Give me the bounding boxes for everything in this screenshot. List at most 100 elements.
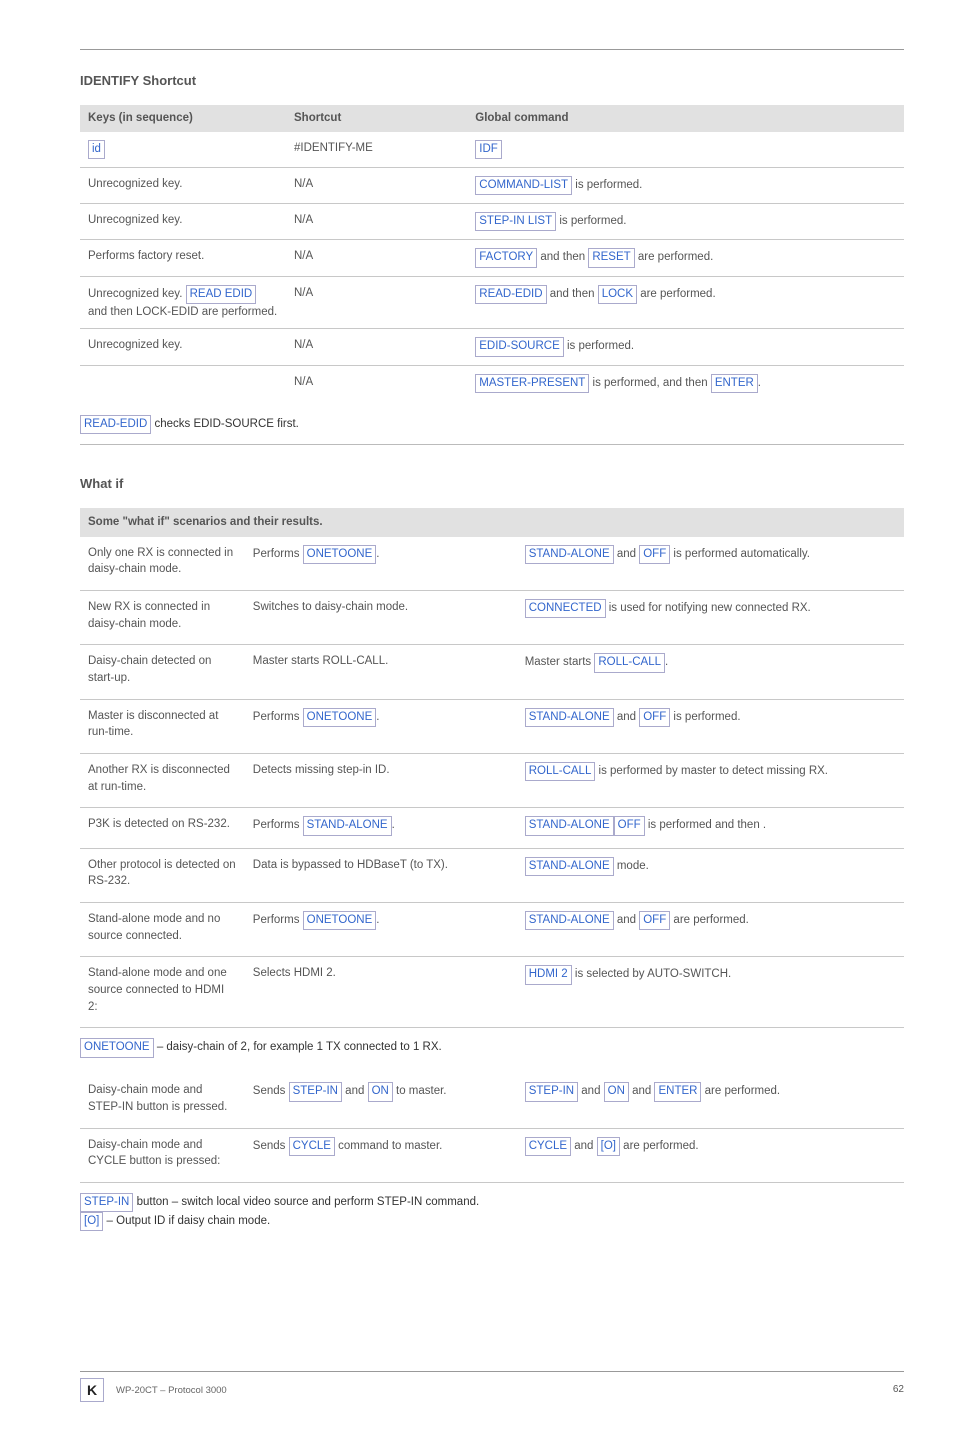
table-row: Daisy-chain mode and CYCLE button is pre…	[80, 1128, 904, 1182]
result-link[interactable]: STAND-ALONE	[525, 708, 614, 727]
cell-result: STAND-ALONEOFF is performed and then .	[517, 808, 904, 848]
text: command to master.	[335, 1140, 442, 1152]
read-edid-link[interactable]: READ-EDID	[80, 415, 151, 434]
global-link[interactable]: MASTER-PRESENT	[475, 374, 589, 393]
result-link[interactable]: STEP-IN	[525, 1082, 578, 1101]
keys-link[interactable]: id	[88, 140, 105, 159]
result-link[interactable]: STAND-ALONE	[525, 545, 614, 564]
global-link[interactable]: COMMAND-LIST	[475, 176, 572, 195]
text: .	[376, 548, 379, 560]
action-link[interactable]: ONETOONE	[303, 708, 377, 727]
keys-link[interactable]: READ EDID	[186, 285, 257, 304]
text: .	[392, 819, 395, 831]
top-divider	[80, 40, 904, 50]
cell-shortcut: #IDENTIFY-ME	[286, 132, 467, 168]
cell-global: COMMAND-LIST is performed.	[467, 167, 904, 203]
table-row: Stand-alone mode and no source connected…	[80, 903, 904, 957]
o-link[interactable]: [O]	[80, 1212, 103, 1231]
whatif-b-foot2: – Output ID if daisy chain mode.	[107, 1215, 271, 1227]
stepin-link[interactable]: STEP-IN	[80, 1193, 133, 1212]
text: mode.	[614, 860, 649, 872]
text: to master.	[393, 1085, 447, 1097]
cell-action: Sends STEP-IN and ON to master.	[245, 1074, 517, 1128]
cell-scenario: Only one RX is connected in daisy-chain …	[80, 537, 245, 591]
cell-action: Data is bypassed to HDBaseT (to TX).	[245, 848, 517, 902]
table-row: Performs factory reset.N/AFACTORY and th…	[80, 240, 904, 276]
action-link[interactable]: CYCLE	[289, 1137, 335, 1156]
whatif-heading: What if	[80, 475, 904, 494]
table-row: Daisy-chain detected on start-up.Master …	[80, 645, 904, 699]
cell-result: STEP-IN and ON and ENTER are performed.	[517, 1074, 904, 1128]
global-link[interactable]: EDID-SOURCE	[475, 337, 564, 356]
result-link[interactable]: OFF	[639, 545, 670, 564]
cell-keys: id	[80, 132, 286, 168]
table-row: N/A MASTER-PRESENT is performed, and then…	[80, 365, 904, 401]
global-link[interactable]: LOCK	[598, 285, 637, 304]
result-link[interactable]: OFF	[639, 911, 670, 930]
action-link[interactable]: STEP-IN	[289, 1082, 342, 1101]
table-row: Unrecognized key.N/ASTEP-IN LIST is perf…	[80, 204, 904, 240]
action-link[interactable]: ONETOONE	[303, 911, 377, 930]
result-link[interactable]: [O]	[597, 1137, 620, 1156]
whatif-a-foottext: – daisy-chain of 2, for example 1 TX con…	[157, 1041, 442, 1053]
table-row: Unrecognized key.N/ACOMMAND-LIST is perf…	[80, 167, 904, 203]
text: Performs factory reset.	[88, 250, 204, 262]
result-link[interactable]: HDMI 2	[525, 965, 572, 984]
result-link[interactable]: ROLL-CALL	[525, 762, 596, 781]
result-link[interactable]: ROLL-CALL	[594, 653, 665, 672]
whatif-a-footnote: ONETOONE – daisy-chain of 2, for example…	[80, 1038, 904, 1057]
text: .	[763, 819, 766, 831]
action-link[interactable]: ON	[368, 1082, 393, 1101]
result-link[interactable]: ENTER	[654, 1082, 701, 1101]
text: Performs	[253, 711, 303, 723]
global-link[interactable]: IDF	[475, 140, 502, 159]
result-link[interactable]: STAND-ALONE	[525, 816, 614, 835]
cell-scenario: Stand-alone mode and one source connecte…	[80, 957, 245, 1028]
table-row: Unrecognized key.N/AEDID-SOURCE is perfo…	[80, 329, 904, 365]
cell-shortcut: N/A	[286, 365, 467, 401]
footer-page: 62	[893, 1383, 904, 1398]
result-link[interactable]: OFF	[614, 816, 645, 835]
page-footer: K WP-20CT – Protocol 3000 62	[80, 1371, 904, 1402]
table-row: Unrecognized key. READ EDID and then LOC…	[80, 276, 904, 329]
cell-scenario: Master is disconnected at run-time.	[80, 699, 245, 753]
text: are performed.	[637, 288, 716, 300]
text: and then LOCK-EDID are performed.	[88, 306, 277, 318]
cell-shortcut: N/A	[286, 276, 467, 329]
cell-action: Performs ONETOONE.	[245, 537, 517, 591]
text: .	[758, 377, 761, 389]
cell-keys: Unrecognized key. READ EDID and then LOC…	[80, 276, 286, 329]
identify-shortcut-heading: IDENTIFY Shortcut	[80, 72, 904, 91]
result-link[interactable]: CONNECTED	[525, 599, 606, 618]
global-link[interactable]: READ-EDID	[475, 285, 546, 304]
text: Sends	[253, 1140, 289, 1152]
text: Detects missing step-in ID.	[253, 764, 390, 776]
cell-shortcut: N/A	[286, 240, 467, 276]
result-link[interactable]: OFF	[639, 708, 670, 727]
text: is performed, and then	[589, 377, 710, 389]
cell-scenario: Daisy-chain mode and CYCLE button is pre…	[80, 1128, 245, 1182]
table-row: Only one RX is connected in daisy-chain …	[80, 537, 904, 591]
table-row: Other protocol is detected on RS-232.Dat…	[80, 848, 904, 902]
text: and	[342, 1085, 368, 1097]
result-link[interactable]: CYCLE	[525, 1137, 571, 1156]
global-link[interactable]: FACTORY	[475, 248, 537, 267]
action-link[interactable]: ONETOONE	[303, 545, 377, 564]
global-link[interactable]: STEP-IN LIST	[475, 212, 556, 231]
onetoone-link[interactable]: ONETOONE	[80, 1038, 154, 1057]
result-link[interactable]: STAND-ALONE	[525, 857, 614, 876]
cell-result: STAND-ALONE mode.	[517, 848, 904, 902]
cell-action: Performs ONETOONE.	[245, 903, 517, 957]
text: .	[665, 656, 668, 668]
text: Performs	[253, 548, 303, 560]
global-link[interactable]: RESET	[588, 248, 634, 267]
result-link[interactable]: STAND-ALONE	[525, 911, 614, 930]
text: are performed.	[701, 1085, 780, 1097]
cell-keys: Unrecognized key.	[80, 167, 286, 203]
cell-shortcut: N/A	[286, 204, 467, 240]
table-row: Another RX is disconnected at run-time.D…	[80, 754, 904, 808]
result-link[interactable]: ON	[604, 1082, 629, 1101]
action-link[interactable]: STAND-ALONE	[303, 816, 392, 835]
global-link[interactable]: ENTER	[711, 374, 758, 393]
logo-k: K	[87, 1383, 97, 1397]
